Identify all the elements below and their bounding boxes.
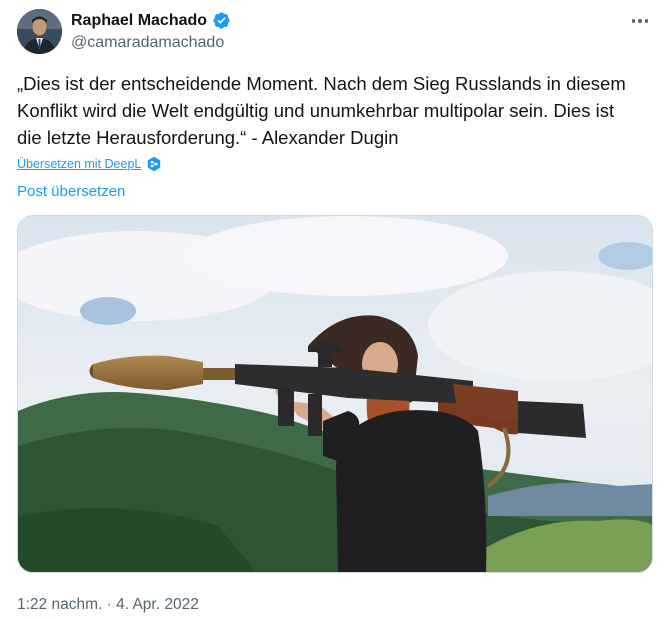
tweet-text: „Dies ist der entscheidende Moment. Nach… [17,73,626,148]
deepl-translate-link[interactable]: Übersetzen mit DeepL [17,157,141,171]
deepl-icon[interactable] [146,156,162,172]
author-handle[interactable]: @camaradamachado [71,34,224,52]
avatar[interactable] [17,9,62,54]
deepl-translate-row: Übersetzen mit DeepL [17,156,162,172]
author-display-name[interactable]: Raphael Machado [71,12,207,30]
tweet-card: Raphael Machado @camaradamachado „Dies i… [0,0,669,619]
tweet-timestamp[interactable]: 1:22 nachm. · 4. Apr. 2022 [17,596,199,614]
verified-badge-icon[interactable] [212,11,231,30]
avatar-image [17,9,62,54]
tweet-media-image[interactable] [17,215,653,573]
more-options-icon[interactable] [625,10,655,32]
author-name-row: Raphael Machado [71,11,231,30]
translate-post-link[interactable]: Post übersetzen [17,183,125,200]
